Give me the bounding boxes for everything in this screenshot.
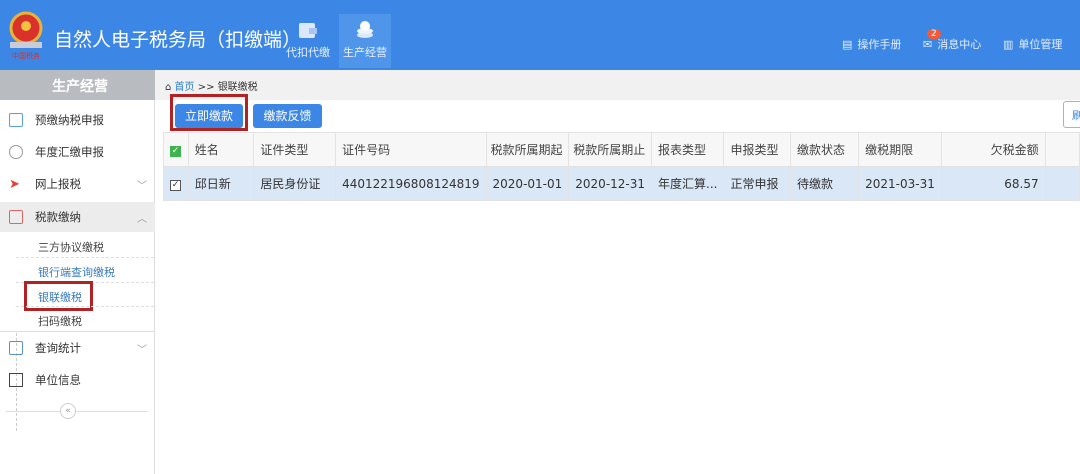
coins-icon bbox=[357, 21, 373, 38]
chevron-down-icon: ﹀ bbox=[137, 180, 147, 192]
col-name[interactable]: 姓名 bbox=[187, 132, 255, 167]
col-tax-amount[interactable]: 欠税金额 bbox=[940, 132, 1046, 167]
svg-text:中国税务: 中国税务 bbox=[12, 51, 40, 60]
sidebar-title-text: 生产经营 bbox=[52, 79, 108, 95]
sidebar-item-online-tax[interactable]: ➤ 网上报税 ﹀ bbox=[0, 169, 155, 199]
report-icon bbox=[9, 341, 23, 355]
col-report-type[interactable]: 报表类型 bbox=[651, 132, 725, 167]
chevron-up-icon: ︿ bbox=[137, 213, 147, 225]
col-period-end[interactable]: 税款所属期止 bbox=[568, 132, 653, 167]
mail-icon: ✉ 2 bbox=[923, 28, 941, 51]
sidebar: 预缴纳税申报 年度汇缴申报 ➤ 网上报税 ﹀ 税款缴纳 ︿ 三方协议缴税 银行端查询缴… bbox=[0, 100, 155, 474]
cell-declare-type: 正常申报 bbox=[723, 166, 792, 201]
select-all-checkbox[interactable]: ✓ bbox=[170, 146, 181, 157]
col-id-number[interactable]: 证件号码 bbox=[335, 132, 487, 167]
home-icon: ⌂ bbox=[165, 82, 172, 93]
refresh-button[interactable]: 刷 bbox=[1063, 101, 1080, 128]
cell-period-end: 2020-12-31 bbox=[568, 166, 653, 201]
table-header-row: ✓ 姓名 证件类型 证件号码 税款所属期起 税款所属期止 报表类型 申报类型 缴… bbox=[163, 132, 1080, 167]
header: 中国税务 自然人电子税务局（扣缴端） 代扣代缴 生产经营 ▤ 操作手册 ✉ 2 消息中… bbox=[0, 0, 1080, 70]
breadcrumb-current: 银联缴税 bbox=[217, 82, 258, 93]
document-icon: ▤ bbox=[842, 37, 853, 51]
wallet-icon bbox=[299, 23, 317, 38]
nav-tab-withholding[interactable]: 代扣代缴 bbox=[282, 14, 334, 68]
sidebar-item-annual-declare[interactable]: 年度汇缴申报 bbox=[0, 137, 155, 167]
collapse-sidebar-button[interactable]: « bbox=[60, 403, 76, 419]
sidebar-title: 生产经营 bbox=[0, 70, 155, 106]
breadcrumb: ⌂ 首页 >> 银联缴税 bbox=[155, 70, 1080, 100]
col-period-start[interactable]: 税款所属期起 bbox=[485, 132, 570, 167]
sidebar-sub-tripartite[interactable]: 三方协议缴税 bbox=[38, 239, 104, 255]
cell-id-type: 居民身份证 bbox=[253, 166, 337, 201]
cell-tax-amount: 68.57 bbox=[940, 166, 1046, 201]
sidebar-item-label: 年度汇缴申报 bbox=[35, 145, 104, 159]
sidebar-item-label: 查询统计 bbox=[35, 341, 81, 355]
payment-feedback-button[interactable]: 缴款反馈 bbox=[253, 104, 322, 128]
col-payment-status[interactable]: 缴款状态 bbox=[790, 132, 860, 167]
col-id-type[interactable]: 证件类型 bbox=[253, 132, 337, 167]
sidebar-item-label: 网上报税 bbox=[35, 177, 81, 191]
sidebar-item-label: 单位信息 bbox=[35, 373, 81, 387]
cell-report-type: 年度汇算... bbox=[651, 166, 725, 201]
sidebar-item-unit-info[interactable]: 单位信息 bbox=[0, 365, 155, 395]
nav-tab-business[interactable]: 生产经营 bbox=[339, 14, 391, 68]
yen-icon bbox=[9, 145, 23, 159]
sidebar-item-label: 税款缴纳 bbox=[35, 210, 81, 224]
breadcrumb-separator: >> bbox=[197, 82, 215, 93]
nav-tab-label: 生产经营 bbox=[343, 46, 387, 59]
row-checkbox[interactable]: ✓ bbox=[170, 180, 181, 191]
sidebar-item-label: 预缴纳税申报 bbox=[35, 113, 104, 127]
message-center-link[interactable]: ✉ 2 消息中心 bbox=[923, 28, 982, 52]
manual-label: 操作手册 bbox=[857, 38, 902, 51]
tax-payment-table: ✓ 姓名 证件类型 证件号码 税款所属期起 税款所属期止 报表类型 申报类型 缴… bbox=[163, 132, 1080, 201]
sidebar-item-tax-payment[interactable]: 税款缴纳 ︿ bbox=[0, 202, 155, 232]
col-declare-type[interactable]: 申报类型 bbox=[723, 132, 792, 167]
message-count-badge: 2 bbox=[927, 28, 941, 39]
sidebar-item-query-stats[interactable]: 查询统计 ﹀ bbox=[0, 333, 155, 363]
monitor-icon bbox=[9, 210, 23, 224]
sidebar-item-prepay-declare[interactable]: 预缴纳税申报 bbox=[0, 105, 155, 135]
chevron-down-icon: ﹀ bbox=[137, 344, 147, 356]
cell-id-number: 440122196808124819 bbox=[335, 166, 487, 201]
clipboard-icon bbox=[9, 113, 23, 127]
tax-bureau-emblem-logo: 中国税务 bbox=[9, 11, 43, 60]
send-icon: ➤ bbox=[9, 177, 20, 192]
message-label: 消息中心 bbox=[937, 38, 982, 51]
unit-management-link[interactable]: ▥ 单位管理 bbox=[1003, 36, 1062, 52]
building-icon: ▥ bbox=[1003, 37, 1014, 51]
cell-deadline: 2021-03-31 bbox=[858, 166, 942, 201]
highlight-box bbox=[170, 94, 248, 131]
manual-link[interactable]: ▤ 操作手册 bbox=[842, 36, 901, 52]
sidebar-sub-bank-query[interactable]: 银行端查询缴税 bbox=[38, 264, 115, 280]
nav-tab-label: 代扣代缴 bbox=[286, 46, 330, 59]
breadcrumb-home[interactable]: 首页 bbox=[175, 82, 195, 93]
cell-period-start: 2020-01-01 bbox=[485, 166, 570, 201]
unit-management-label: 单位管理 bbox=[1018, 38, 1063, 51]
cell-name: 邱日新 bbox=[187, 166, 255, 201]
table-row[interactable]: ✓ 邱日新 居民身份证 440122196808124819 2020-01-0… bbox=[163, 166, 1080, 201]
cell-payment-status: 待缴款 bbox=[790, 166, 860, 201]
sidebar-sub-scan-pay[interactable]: 扫码缴税 bbox=[38, 313, 82, 329]
col-deadline[interactable]: 缴税期限 bbox=[858, 132, 942, 167]
list-icon bbox=[9, 373, 23, 387]
app-title: 自然人电子税务局（扣缴端） bbox=[54, 29, 302, 51]
